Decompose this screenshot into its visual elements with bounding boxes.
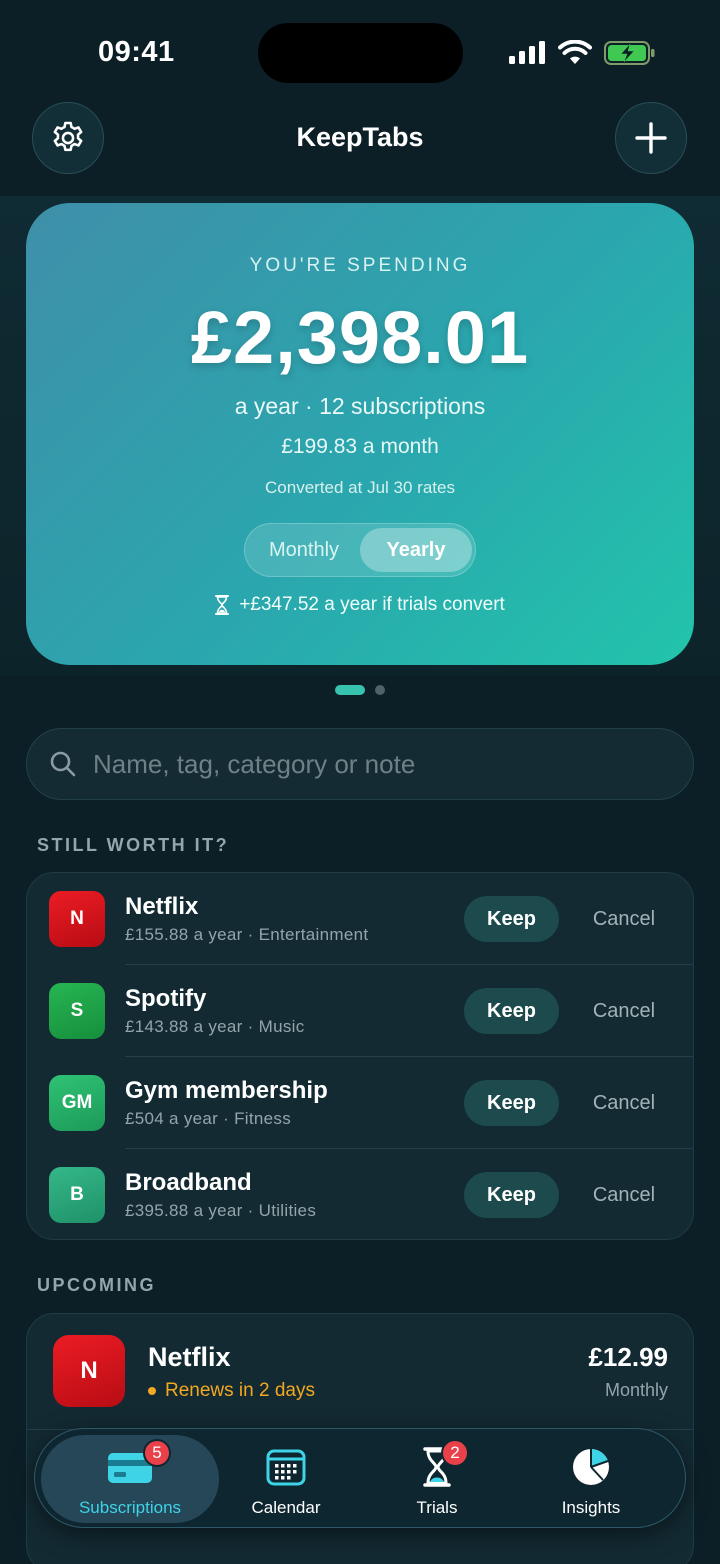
trial-conversion-note: +£347.52 a year if trials convert: [26, 594, 694, 616]
upcoming-section-title: UPCOMING: [37, 1275, 156, 1295]
list-item[interactable]: N Netflix £155.88 a year · Entertainment…: [27, 873, 693, 965]
subscription-name: Broadband: [125, 1169, 252, 1196]
cancel-button[interactable]: Cancel: [579, 1080, 669, 1126]
keep-button[interactable]: Keep: [464, 896, 559, 942]
netflix-app-icon: N: [53, 1335, 125, 1407]
pie-chart-icon: [573, 1449, 609, 1485]
tab-label: Insights: [561, 1498, 621, 1517]
list-item[interactable]: GM Gym membership £504 a year · Fitness …: [27, 1057, 693, 1149]
rates-note: Converted at Jul 30 rates: [265, 478, 455, 497]
subscription-name: Spotify: [125, 985, 207, 1012]
broadband-app-icon: B: [49, 1167, 105, 1223]
upcoming-name: Netflix: [148, 1342, 231, 1372]
tab-icon-wrapper: 2: [423, 1439, 469, 1487]
status-dot: [148, 1387, 156, 1395]
list-item[interactable]: S Spotify £143.88 a year · Music Keep Ca…: [27, 965, 693, 1057]
tab-calendar[interactable]: Calendar: [231, 1429, 341, 1529]
search-bar[interactable]: [26, 728, 694, 800]
toggle-yearly[interactable]: Yearly: [360, 528, 472, 572]
page-dot-active[interactable]: [335, 685, 365, 695]
calendar-icon: [266, 1449, 306, 1486]
toggle-monthly[interactable]: Monthly: [248, 528, 360, 572]
subscription-name: Gym membership: [125, 1077, 328, 1104]
upcoming-price: £12.99: [588, 1342, 668, 1372]
tab-label: Trials: [416, 1498, 458, 1517]
tab-bar: 5 Subscriptions Calendar 2 Trials Insigh…: [34, 1428, 686, 1528]
period-toggle[interactable]: Monthly Yearly: [244, 523, 476, 577]
trial-note-text: +£347.52 a year if trials convert: [239, 594, 505, 615]
renewal-text: Renews in 2 days: [165, 1380, 315, 1401]
gym-app-icon: GM: [49, 1075, 105, 1131]
tab-insights[interactable]: Insights: [535, 1429, 647, 1529]
keep-button[interactable]: Keep: [464, 1080, 559, 1126]
netflix-app-icon: N: [49, 891, 105, 947]
status-icons: [508, 38, 656, 68]
subscription-name: Netflix: [125, 893, 199, 920]
upcoming-period: Monthly: [604, 1380, 668, 1400]
search-input[interactable]: [93, 748, 653, 780]
spotify-app-icon: S: [49, 983, 105, 1039]
spending-summary-card[interactable]: YOU'RE SPENDING £2,398.01 a year · 12 su…: [26, 203, 694, 665]
subscription-meta: £504 a year · Fitness: [125, 1109, 291, 1128]
subscription-meta: £395.88 a year · Utilities: [125, 1201, 317, 1220]
tab-icon-wrapper: 5: [107, 1439, 171, 1487]
keep-button[interactable]: Keep: [464, 1172, 559, 1218]
subscription-meta: £155.88 a year · Entertainment: [125, 925, 369, 944]
add-subscription-button[interactable]: [615, 102, 687, 174]
status-time: 09:41: [98, 36, 175, 68]
dynamic-island: [258, 23, 463, 83]
tab-badge: 5: [143, 1439, 171, 1467]
search-icon: [50, 751, 76, 777]
tab-badge: 2: [441, 1439, 469, 1467]
tab-icon-wrapper: [266, 1447, 306, 1487]
tab-subscriptions[interactable]: 5 Subscriptions: [41, 1435, 219, 1523]
cancel-button[interactable]: Cancel: [579, 988, 669, 1034]
page-indicator[interactable]: [335, 685, 385, 695]
signal-icon: [509, 41, 545, 64]
wifi-icon: [558, 40, 592, 64]
tab-icon-wrapper: [571, 1447, 611, 1487]
subscription-meta: £143.88 a year · Music: [125, 1017, 305, 1036]
tab-label: Calendar: [251, 1498, 321, 1517]
hourglass-icon: [215, 595, 230, 615]
tab-label: Subscriptions: [78, 1498, 182, 1517]
spending-label: YOU'RE SPENDING: [249, 255, 471, 276]
list-item[interactable]: B Broadband £395.88 a year · Utilities K…: [27, 1149, 693, 1239]
page-title: KeepTabs: [296, 122, 424, 152]
spending-summary: a year · 12 subscriptions: [234, 393, 486, 419]
worth-list: N Netflix £155.88 a year · Entertainment…: [26, 872, 694, 1240]
cancel-button[interactable]: Cancel: [579, 896, 669, 942]
cancel-button[interactable]: Cancel: [579, 1172, 669, 1218]
renewal-status: Renews in 2 days: [148, 1380, 315, 1402]
tab-trials[interactable]: 2 Trials: [387, 1429, 487, 1529]
battery-icon: [604, 41, 655, 65]
monthly-amount: £199.83 a month: [281, 435, 439, 458]
worth-section-title: STILL WORTH IT?: [37, 835, 230, 855]
spending-amount: £2,398.01: [190, 296, 530, 379]
plus-icon: [635, 122, 667, 154]
keep-button[interactable]: Keep: [464, 988, 559, 1034]
page-dot[interactable]: [375, 685, 385, 695]
